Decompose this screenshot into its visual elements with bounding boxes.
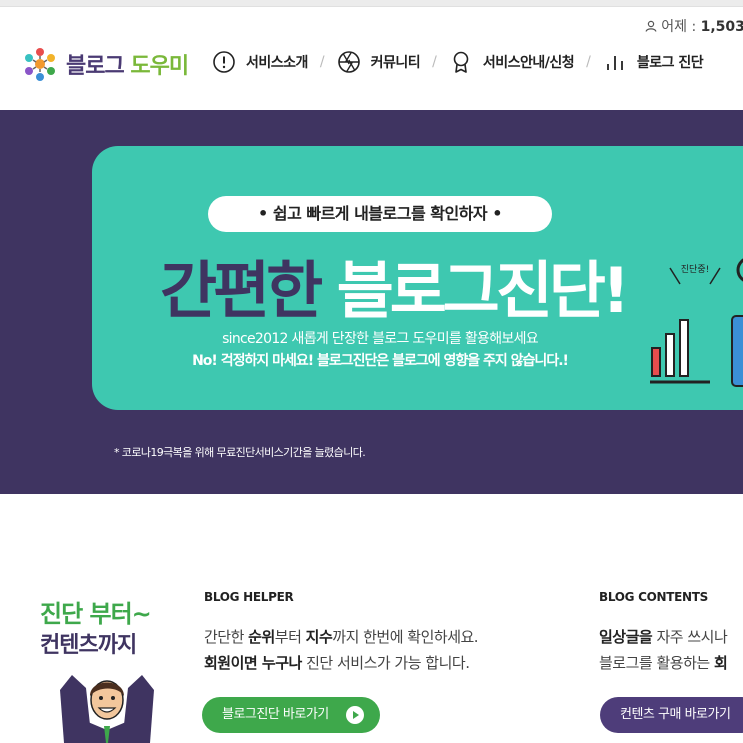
blog-contents-line1: 일상글을 자주 쓰시나 (599, 628, 728, 646)
contents-purchase-button[interactable]: 컨텐츠 구매 바로가기 (600, 697, 743, 733)
hero-subline: since2012 새롭게 단장한 블로그 도우미를 활용해보세요 (222, 331, 539, 347)
people-circle-logo-icon (25, 48, 55, 81)
nav-item-service-intro[interactable]: 서비스소개 (212, 50, 308, 74)
headline-dark: 간편한 (160, 254, 323, 327)
blog-helper-description: 간단한 순위부터 지수까지 한번에 확인하세요. 회원이면 누구나 진단 서비스… (204, 624, 479, 676)
blog-helper-line1: 간단한 순위부터 지수까지 한번에 확인하세요. (204, 628, 479, 646)
top-divider (0, 0, 743, 7)
logo-text-helper: 도우미 (130, 54, 189, 79)
chart-illustration-icon: 진단중! (650, 258, 743, 387)
visitor-label: 어제 : (661, 19, 701, 35)
play-circle-icon (346, 706, 364, 724)
nav-label: 서비스안내/신청 (482, 55, 575, 71)
promo-heading: 진단 부터~ 컨텐츠까지 (40, 598, 152, 662)
promo-line2: 컨텐츠까지 (40, 633, 137, 658)
nav-item-blog-diagnosis[interactable]: 블로그 진단 (603, 50, 704, 74)
mascot-character-icon (60, 675, 154, 743)
visitor-count: 1,503 (700, 19, 743, 35)
site-logo[interactable]: 블로그 도우미 (20, 44, 189, 84)
blog-contents-line2: 블로그를 활용하는 회 (599, 654, 728, 672)
logo-text-blog: 블로그 (66, 54, 125, 79)
blog-helper-title: BLOG HELPER (204, 590, 294, 604)
hero-headline: 간편한 블로그진단! (160, 240, 630, 330)
nav-separator: / (432, 54, 437, 70)
nav-separator: / (319, 54, 325, 70)
blog-diagnosis-button[interactable]: 블로그진단 바로가기 (202, 697, 380, 733)
illustration-tag: 진단중! (681, 264, 709, 275)
headline-light: 블로그진단! (336, 254, 630, 327)
nav-separator: / (586, 54, 591, 70)
logo-text: 블로그 도우미 (66, 48, 189, 80)
info-circle-icon (213, 51, 235, 73)
blog-diagnosis-button-label: 블로그진단 바로가기 (222, 707, 329, 722)
blog-contents-description: 일상글을 자주 쓰시나 블로그를 활용하는 회 (599, 624, 728, 676)
nav-item-community[interactable]: 커뮤니티 (337, 50, 421, 74)
aperture-icon (337, 51, 360, 73)
ribbon-award-icon (453, 51, 469, 73)
promo-line1: 진단 부터~ (40, 600, 152, 628)
hero-banner: • 쉽고 빠르게 내블로그를 확인하자 • 간편한 블로그진단! since20… (0, 110, 743, 494)
site-header: 블로그 도우미 서비스소개 / 커뮤니티 / 서비스안내/신청 / 블로그 진단 (0, 38, 743, 94)
blog-contents-title: BLOG CONTENTS (599, 590, 708, 604)
nav-label: 블로그 진단 (636, 55, 704, 71)
nav-label: 서비스소개 (246, 55, 308, 71)
contents-purchase-button-label: 컨텐츠 구매 바로가기 (620, 707, 731, 722)
nav-item-service-guide[interactable]: 서비스안내/신청 (449, 50, 575, 74)
hero-pill: • 쉽고 빠르게 내블로그를 확인하자 • (208, 196, 552, 232)
hero-notice: * 코로나19극복을 위해 무료진단서비스기간을 늘렸습니다. (114, 446, 366, 459)
blog-helper-line2: 회원이면 누구나 진단 서비스가 가능 합니다. (204, 654, 470, 672)
nav-label: 커뮤니티 (370, 55, 421, 71)
visitor-counter: 어제 : 1,503 / , (645, 16, 743, 36)
bar-chart-icon (606, 56, 623, 70)
main-nav: 서비스소개 / 커뮤니티 / 서비스안내/신청 / 블로그 진단 (212, 50, 704, 74)
hero-subline-bold: No! 걱정하지 마세요! 블로그진단은 블로그에 영향을 주지 않습니다.! (192, 353, 569, 369)
person-icon (645, 20, 657, 32)
